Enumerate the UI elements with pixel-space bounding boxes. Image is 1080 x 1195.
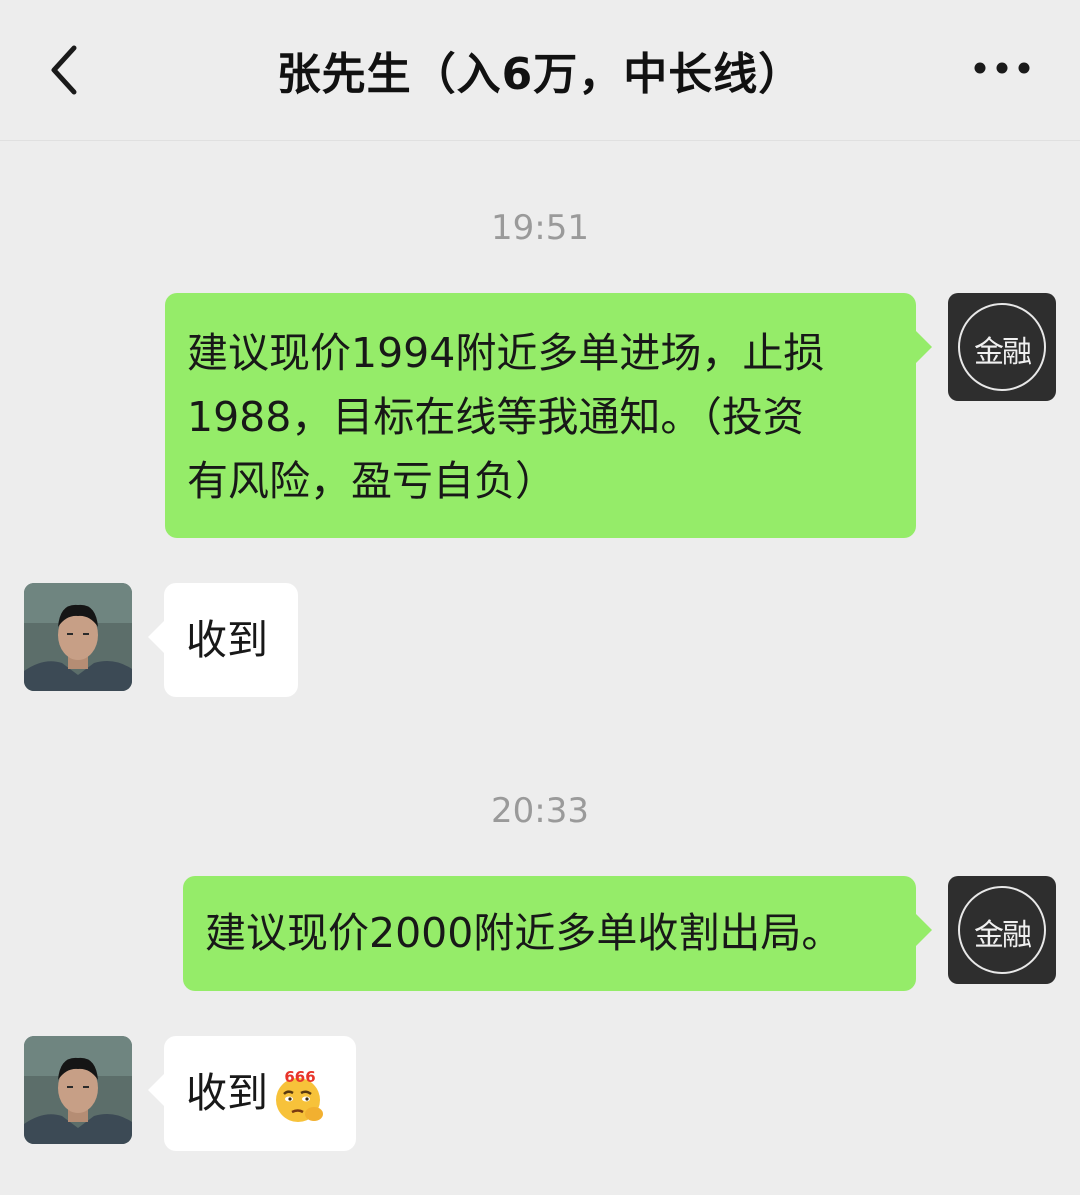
avatar-logo-text: 金融 (974, 918, 1032, 953)
avatar-logo-text: 金融 (974, 335, 1032, 370)
message-line: 建议现价1994附近多单进场，止损 (187, 329, 825, 377)
message-text: 收到 (186, 616, 268, 664)
back-button[interactable] (40, 40, 90, 100)
self-avatar[interactable]: 金融 (948, 876, 1056, 984)
more-options-button[interactable] (970, 48, 1034, 88)
chat-title: 张先生（入6万，中长线） (276, 49, 804, 100)
message-line: 有风险，盈亏自负） (187, 457, 556, 505)
incoming-message-bubble[interactable]: 收到 (148, 583, 298, 697)
thinking-666-emoji: 666 (276, 1068, 323, 1122)
contact-avatar[interactable] (24, 1036, 132, 1144)
message-text: 收到 (186, 1069, 268, 1117)
contact-avatar[interactable] (24, 583, 132, 691)
contact-photo (24, 583, 132, 691)
back-chevron-icon (51, 45, 77, 95)
message-timestamp: 19:51 (491, 208, 589, 248)
outgoing-message-bubble[interactable]: 建议现价1994附近多单进场，止损 1988，目标在线等我通知。（投资 有风险，… (165, 293, 932, 538)
message-text: 建议现价2000附近多单收割出局。 (205, 909, 843, 957)
outgoing-message-bubble[interactable]: 建议现价2000附近多单收割出局。 (183, 876, 932, 991)
contact-photo (24, 1036, 132, 1144)
more-dots-icon (974, 62, 1030, 74)
emoji-label: 666 (284, 1068, 315, 1086)
self-avatar[interactable]: 金融 (948, 293, 1056, 401)
message-timestamp: 20:33 (491, 791, 589, 831)
message-line: 1988，目标在线等我通知。（投资 (187, 393, 804, 441)
chat-header: 张先生（入6万，中长线） (0, 0, 1080, 141)
incoming-message-bubble[interactable]: 收到 666 (148, 1036, 356, 1151)
